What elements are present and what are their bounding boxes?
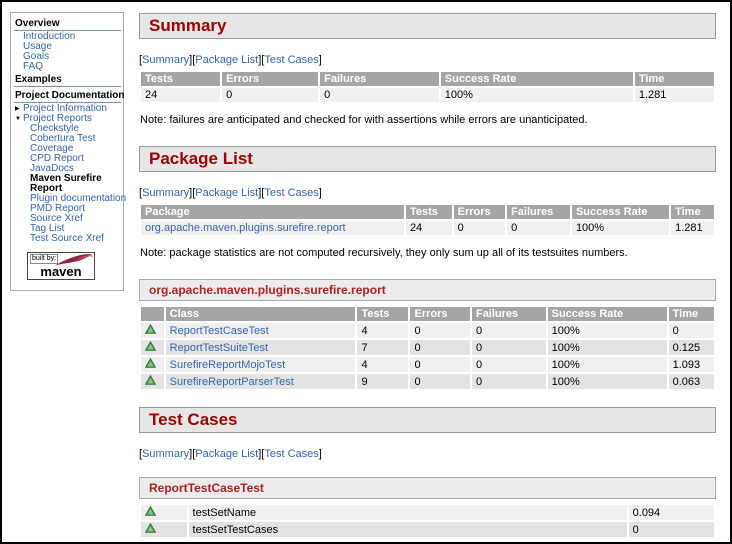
test-name: testSetName — [188, 505, 627, 520]
column-header-success-rate: Success Rate — [547, 307, 667, 321]
class-link[interactable]: SurefireReportParserTest — [170, 376, 294, 388]
package-list-note: Note: package statistics are not compute… — [140, 247, 628, 259]
column-header-success-rate: Success Rate — [571, 205, 670, 219]
success-icon — [144, 340, 157, 354]
maven-brand-label: maven — [40, 264, 82, 279]
nav-link-package-list[interactable]: Package List — [195, 54, 258, 66]
nav-link-test-cases[interactable]: Test Cases — [264, 448, 318, 460]
collapsed-arrow-icon[interactable]: ▶ — [15, 104, 23, 114]
sidebar-item-maven-surefire-report-current: Maven Surefire Report — [30, 173, 102, 194]
nav-link-test-cases[interactable]: Test Cases — [264, 187, 318, 199]
summary-time-value: 1.281 — [634, 88, 714, 102]
nav-link-test-cases[interactable]: Test Cases — [264, 54, 318, 66]
column-header-failures: Failures — [471, 307, 546, 321]
summary-tests-value: 24 — [141, 88, 221, 102]
package-errors-value: 0 — [453, 221, 506, 235]
summary-errors-value: 0 — [222, 88, 319, 102]
package-link[interactable]: org.apache.maven.plugins.surefire.report — [145, 222, 346, 234]
table-row: testSetName 0.094 — [141, 505, 714, 520]
test-time: 0.094 — [628, 505, 714, 520]
column-header-errors: Errors — [453, 205, 506, 219]
class-link[interactable]: ReportTestCaseTest — [170, 325, 269, 337]
column-header-time: Time — [634, 72, 714, 86]
test-cases-section-title: Test Cases — [139, 407, 716, 433]
nav-link-package-list[interactable]: Package List — [195, 187, 258, 199]
summary-success-rate-value: 100% — [440, 88, 633, 102]
column-header-tests: Tests — [357, 307, 409, 321]
column-header-failures: Failures — [507, 205, 570, 219]
nav-link-summary[interactable]: Summary — [142, 187, 189, 199]
test-class-title: ReportTestCaseTest — [139, 477, 716, 499]
success-icon — [144, 505, 157, 519]
summary-section-title: Summary — [139, 13, 716, 39]
page: Overview Introduction Usage Goals FAQ Ex… — [0, 0, 732, 544]
column-header-success-rate: Success Rate — [440, 72, 633, 86]
package-tests-value: 24 — [405, 221, 452, 235]
class-link[interactable]: ReportTestSuiteTest — [170, 342, 268, 354]
sidebar-item-test-source-xref[interactable]: Test Source Xref — [14, 234, 121, 244]
package-detail-title: org.apache.maven.plugins.surefire.report — [139, 279, 716, 301]
section-nav-links: [Summary][Package List][Test Cases] — [139, 187, 322, 199]
column-header-time: Time — [671, 205, 714, 219]
section-nav-links: [Summary][Package List][Test Cases] — [139, 54, 322, 66]
table-row: 24 0 0 100% 1.281 — [141, 88, 714, 102]
success-icon — [144, 357, 157, 371]
summary-table: Tests Errors Failures Success Rate Time … — [139, 70, 716, 104]
test-cases-table: testSetName 0.094 testSetTestCases 0 — [139, 503, 716, 539]
nav-link-package-list[interactable]: Package List — [195, 448, 258, 460]
success-icon — [144, 374, 157, 388]
sidebar-header-examples: Examples — [14, 72, 121, 87]
class-link[interactable]: SurefireReportMojoTest — [170, 359, 286, 371]
section-nav-links: [Summary][Package List][Test Cases] — [139, 448, 322, 460]
sidebar: Overview Introduction Usage Goals FAQ Ex… — [10, 12, 126, 291]
column-header-package: Package — [141, 205, 404, 219]
column-header-tests: Tests — [405, 205, 452, 219]
column-header-icon — [141, 307, 164, 321]
column-header-errors: Errors — [410, 307, 470, 321]
package-failures-value: 0 — [507, 221, 570, 235]
summary-note: Note: failures are anticipated and check… — [140, 114, 588, 126]
package-time-value: 1.281 — [671, 221, 714, 235]
column-header-tests: Tests — [141, 72, 221, 86]
table-row: ReportTestCaseTest 4 0 0 100% 0 — [141, 323, 714, 338]
column-header-failures: Failures — [320, 72, 439, 86]
table-row: testSetTestCases 0 — [141, 522, 714, 537]
column-header-time: Time — [668, 307, 714, 321]
nav-link-summary[interactable]: Summary — [142, 54, 189, 66]
class-summary-table: Class Tests Errors Failures Success Rate… — [139, 305, 716, 391]
expanded-arrow-icon[interactable]: ▼ — [15, 114, 23, 124]
package-list-table: Package Tests Errors Failures Success Ra… — [139, 203, 716, 237]
main-content: Summary [Summary][Package List][Test Cas… — [139, 2, 716, 539]
sidebar-item-faq[interactable]: FAQ — [14, 62, 121, 72]
table-row: ReportTestSuiteTest 7 0 0 100% 0.125 — [141, 340, 714, 355]
nav-link-summary[interactable]: Summary — [142, 448, 189, 460]
table-row: SurefireReportMojoTest 4 0 0 100% 1.093 — [141, 357, 714, 372]
success-icon — [144, 522, 157, 536]
built-by-maven-logo[interactable]: built by: maven — [27, 252, 95, 280]
package-list-section-title: Package List — [139, 146, 716, 172]
sidebar-header-project-documentation: Project Documentation — [14, 90, 125, 103]
column-header-errors: Errors — [222, 72, 319, 86]
success-icon — [144, 323, 157, 337]
column-header-class: Class — [165, 307, 356, 321]
table-row: SurefireReportParserTest 9 0 0 100% 0.06… — [141, 374, 714, 389]
test-name: testSetTestCases — [188, 522, 627, 537]
package-success-rate-value: 100% — [571, 221, 670, 235]
test-time: 0 — [628, 522, 714, 537]
table-row: org.apache.maven.plugins.surefire.report… — [141, 221, 714, 235]
summary-failures-value: 0 — [320, 88, 439, 102]
sidebar-header-overview: Overview — [14, 16, 121, 31]
